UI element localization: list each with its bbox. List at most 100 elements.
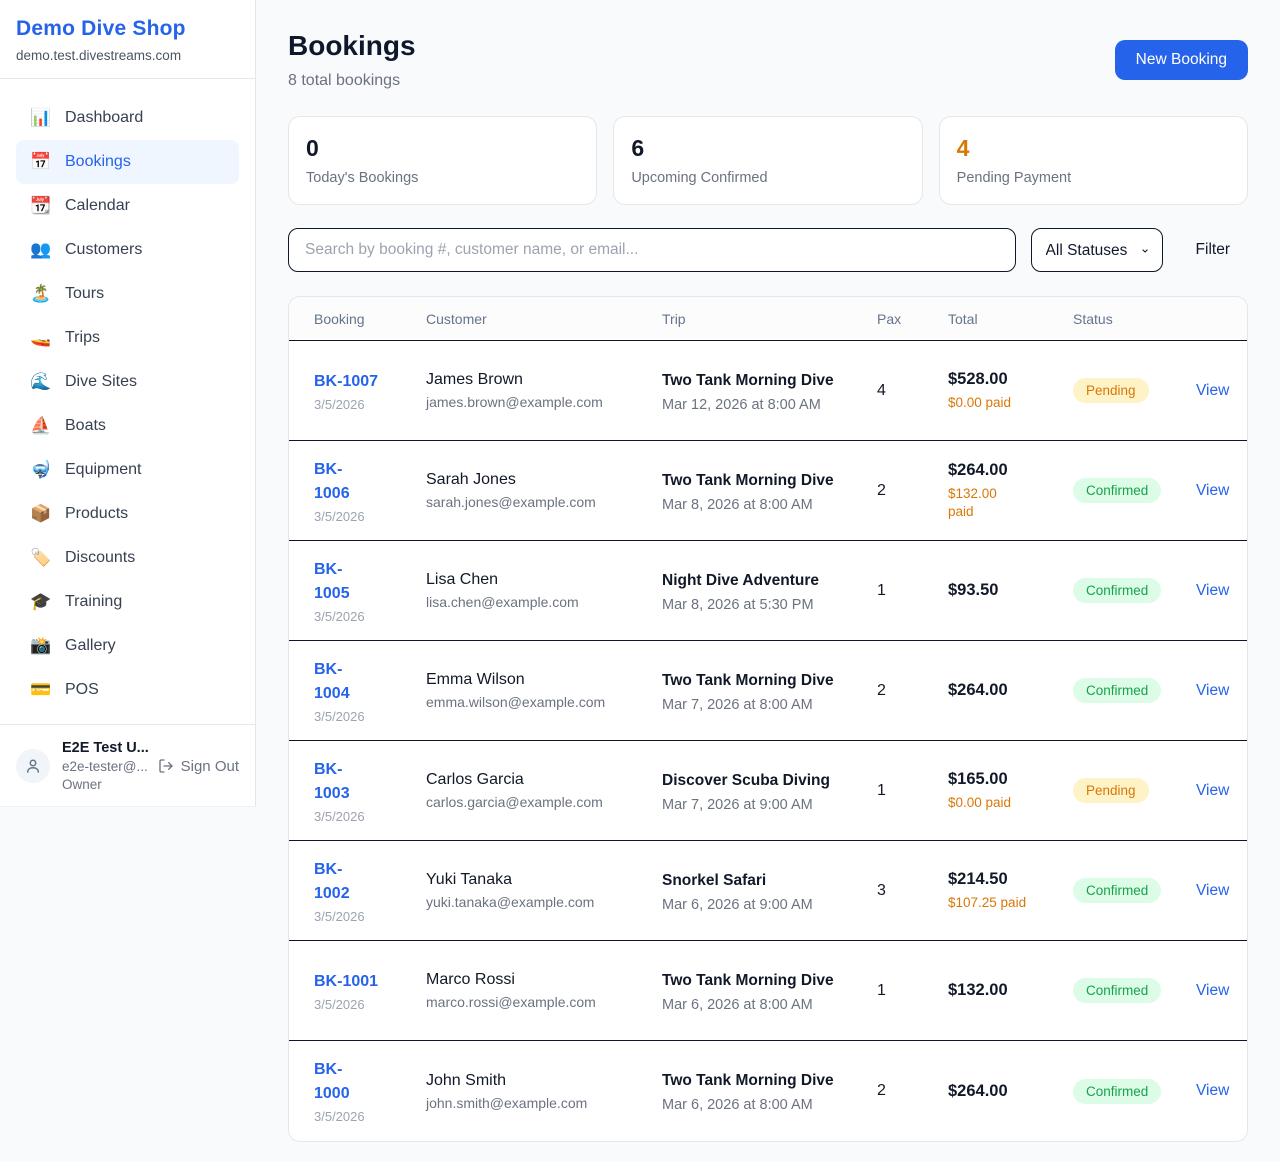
status-badge: Confirmed xyxy=(1073,678,1161,703)
sidebar-item-label: Discounts xyxy=(65,546,135,570)
stat-value: 6 xyxy=(631,135,904,162)
stat-label: Today's Bookings xyxy=(306,170,579,186)
trip-datetime: Mar 6, 2026 at 9:00 AM xyxy=(662,897,877,913)
sidebar-item-label: Bookings xyxy=(65,150,131,174)
booking-id-link[interactable]: BK-1003 xyxy=(314,758,370,806)
column-header-trip: Trip xyxy=(662,311,877,327)
sidebar-item-products[interactable]: 📦 Products xyxy=(16,492,239,536)
total-amount: $214.50 xyxy=(948,870,1073,889)
booking-date: 3/5/2026 xyxy=(314,997,426,1012)
view-link[interactable]: View xyxy=(1196,582,1231,600)
sidebar-item-label: Trips xyxy=(65,326,100,350)
sidebar-item-label: Gallery xyxy=(65,634,116,658)
customer-email: emma.wilson@example.com xyxy=(426,694,662,710)
customer-email: yuki.tanaka@example.com xyxy=(426,894,662,910)
sidebar-item-label: Calendar xyxy=(65,194,130,218)
trip-name: Discover Scuba Diving xyxy=(662,769,847,792)
total-amount: $93.50 xyxy=(948,581,1073,600)
customer-name: Yuki Tanaka xyxy=(426,871,662,889)
sidebar-item-label: Equipment xyxy=(65,458,142,482)
stats-row: 0 Today's Bookings 6 Upcoming Confirmed … xyxy=(288,116,1248,205)
pax-count: 2 xyxy=(877,482,948,500)
package-icon: 📦 xyxy=(30,502,52,526)
user-email: e2e-tester@... xyxy=(62,759,146,774)
total-amount: $264.00 xyxy=(948,461,1073,480)
view-link[interactable]: View xyxy=(1196,482,1231,500)
column-header-customer: Customer xyxy=(426,311,662,327)
booking-id-link[interactable]: BK-1002 xyxy=(314,858,370,906)
booking-id-link[interactable]: BK-1007 xyxy=(314,370,426,394)
booking-date: 3/5/2026 xyxy=(314,709,426,724)
pax-count: 1 xyxy=(877,982,948,1000)
new-booking-button[interactable]: New Booking xyxy=(1115,40,1248,80)
customer-name: Carlos Garcia xyxy=(426,771,662,789)
sidebar-item-dive-sites[interactable]: 🌊 Dive Sites xyxy=(16,360,239,404)
status-badge: Pending xyxy=(1073,378,1149,403)
wave-icon: 🌊 xyxy=(30,370,52,394)
bar-chart-icon: 📊 xyxy=(30,106,52,130)
view-link[interactable]: View xyxy=(1196,782,1231,800)
shop-domain: demo.test.divestreams.com xyxy=(16,48,239,63)
pax-count: 4 xyxy=(877,382,948,400)
search-input[interactable] xyxy=(288,228,1016,272)
view-link[interactable]: View xyxy=(1196,682,1231,700)
trip-datetime: Mar 12, 2026 at 8:00 AM xyxy=(662,397,877,413)
column-header-status: Status xyxy=(1073,311,1196,327)
paid-amount: $107.25 paid xyxy=(948,894,1073,912)
sidebar: Demo Dive Shop demo.test.divestreams.com… xyxy=(0,0,256,807)
total-amount: $528.00 xyxy=(948,370,1073,389)
sign-out-button[interactable]: Sign Out xyxy=(158,758,239,775)
user-name: E2E Test U... xyxy=(62,740,146,756)
sidebar-item-training[interactable]: 🎓 Training xyxy=(16,580,239,624)
sidebar-item-bookings[interactable]: 📅 Bookings xyxy=(16,140,239,184)
sidebar-item-equipment[interactable]: 🤿 Equipment xyxy=(16,448,239,492)
stat-value: 4 xyxy=(957,135,1230,162)
sidebar-item-label: Dashboard xyxy=(65,106,143,130)
booking-id-link[interactable]: BK-1004 xyxy=(314,658,370,706)
table-row: BK-1007 3/5/2026 James Brown james.brown… xyxy=(289,341,1247,441)
trip-name: Snorkel Safari xyxy=(662,869,847,892)
booking-date: 3/5/2026 xyxy=(314,397,426,412)
sidebar-item-customers[interactable]: 👥 Customers xyxy=(16,228,239,272)
sidebar-item-trips[interactable]: 🚤 Trips xyxy=(16,316,239,360)
sidebar-item-boats[interactable]: ⛵ Boats xyxy=(16,404,239,448)
status-select[interactable]: All Statuses xyxy=(1031,228,1163,272)
sidebar-item-label: Dive Sites xyxy=(65,370,137,394)
paid-amount: $0.00 paid xyxy=(948,794,1073,812)
stat-card-upcoming-confirmed: 6 Upcoming Confirmed xyxy=(613,116,922,205)
sidebar-item-label: POS xyxy=(65,678,99,702)
sidebar-item-discounts[interactable]: 🏷️ Discounts xyxy=(16,536,239,580)
graduation-cap-icon: 🎓 xyxy=(30,590,52,614)
total-amount: $132.00 xyxy=(948,981,1073,1000)
shop-name: Demo Dive Shop xyxy=(16,17,239,41)
status-badge: Confirmed xyxy=(1073,1079,1161,1104)
table-row: BK-1002 3/5/2026 Yuki Tanaka yuki.tanaka… xyxy=(289,841,1247,941)
filter-button[interactable]: Filter xyxy=(1178,241,1248,259)
stat-label: Upcoming Confirmed xyxy=(631,170,904,186)
view-link[interactable]: View xyxy=(1196,982,1231,1000)
sidebar-item-gallery[interactable]: 📸 Gallery xyxy=(16,624,239,668)
sidebar-item-dashboard[interactable]: 📊 Dashboard xyxy=(16,96,239,140)
booking-date: 3/5/2026 xyxy=(314,909,426,924)
booking-id-link[interactable]: BK-1001 xyxy=(314,970,426,994)
status-badge: Confirmed xyxy=(1073,578,1161,603)
view-link[interactable]: View xyxy=(1196,1082,1231,1100)
filter-row: All Statuses ⌄ Filter xyxy=(288,228,1248,272)
table-row: BK-1003 3/5/2026 Carlos Garcia carlos.ga… xyxy=(289,741,1247,841)
view-link[interactable]: View xyxy=(1196,382,1231,400)
booking-id-link[interactable]: BK-1000 xyxy=(314,1058,370,1106)
sidebar-item-calendar[interactable]: 📆 Calendar xyxy=(16,184,239,228)
stat-label: Pending Payment xyxy=(957,170,1230,186)
pax-count: 2 xyxy=(877,1082,948,1100)
view-link[interactable]: View xyxy=(1196,882,1231,900)
logout-icon xyxy=(158,758,174,774)
booking-id-link[interactable]: BK-1005 xyxy=(314,558,370,606)
sidebar-item-pos[interactable]: 💳 POS xyxy=(16,668,239,712)
trip-name: Two Tank Morning Dive xyxy=(662,369,847,392)
sidebar-item-tours[interactable]: 🏝️ Tours xyxy=(16,272,239,316)
column-header-booking: Booking xyxy=(314,311,426,327)
customer-name: Emma Wilson xyxy=(426,671,662,689)
booking-id-link[interactable]: BK-1006 xyxy=(314,458,370,506)
customer-email: sarah.jones@example.com xyxy=(426,494,662,510)
table-row: BK-1005 3/5/2026 Lisa Chen lisa.chen@exa… xyxy=(289,541,1247,641)
